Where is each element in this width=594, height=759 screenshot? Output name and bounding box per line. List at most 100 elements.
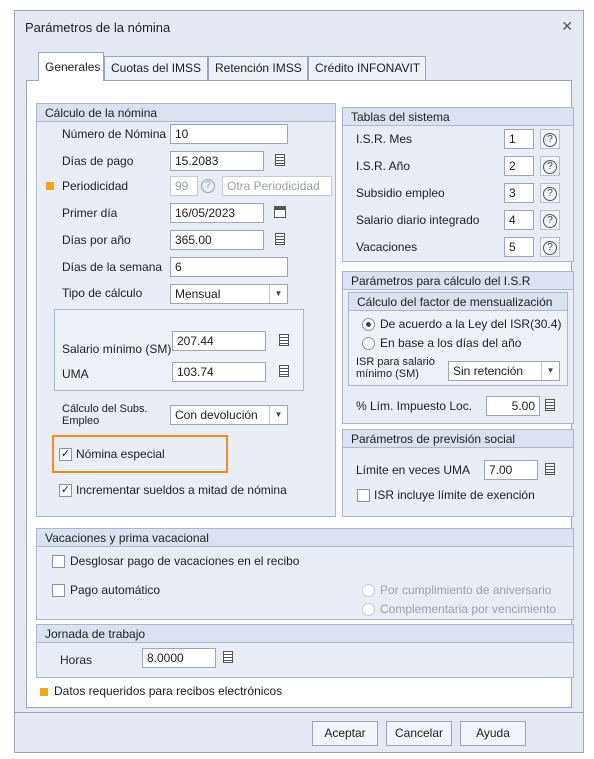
calculator-icon[interactable] — [274, 362, 294, 382]
uma-input[interactable]: 103.74 — [172, 362, 266, 382]
limite-uma-label: Límite en veces UMA — [356, 463, 471, 477]
isr-incluye-label: ISR incluye límite de exención — [374, 488, 535, 502]
calculator-icon[interactable] — [540, 396, 560, 416]
chevron-down-icon: ▼ — [269, 406, 287, 424]
isr-sm-value: Sin retención — [453, 364, 524, 378]
calculator-icon[interactable] — [540, 460, 560, 480]
isr-mes-label: I.S.R. Mes — [356, 132, 413, 146]
lim-impuesto-label: % Lím. Impuesto Loc. — [356, 399, 473, 413]
subsidio-empleo-input[interactable]: 3 — [504, 183, 534, 203]
incrementar-checkbox[interactable]: ✓ — [59, 484, 72, 497]
footer-divider — [14, 712, 584, 713]
factor-header: Cálculo del factor de mensualización — [349, 293, 567, 311]
incrementar-label: Incrementar sueldos a mitad de nómina — [76, 483, 287, 497]
nomina-especial-checkbox[interactable]: ✓ — [59, 448, 72, 461]
salario-minimo-label: Salario mínimo (SM) — [62, 342, 172, 356]
radio-dias-anio[interactable] — [362, 337, 375, 350]
dias-anio-label: Días por año — [62, 233, 131, 247]
subs-empleo-label-2: Empleo — [62, 415, 100, 427]
calendar-icon[interactable] — [270, 203, 290, 223]
numero-nomina-input[interactable]: 10 — [170, 124, 288, 144]
title-bar: Parámetros de la nómina ✕ — [15, 11, 583, 43]
dias-semana-label: Días de la semana — [62, 260, 163, 274]
tab-cuotas-imss[interactable]: Cuotas del IMSS — [104, 56, 208, 80]
required-marker-icon — [40, 688, 48, 696]
radio-vencimiento-label: Complementaria por vencimiento — [380, 602, 557, 616]
chevron-down-icon: ▼ — [541, 362, 559, 380]
dias-semana-input[interactable]: 6 — [170, 257, 288, 277]
horas-input[interactable]: 8.0000 — [142, 648, 216, 668]
salario-minimo-input[interactable]: 207.44 — [172, 331, 266, 351]
isr-header: Parámetros para cálculo del I.S.R — [343, 272, 573, 290]
subs-empleo-value: Con devolución — [175, 408, 258, 422]
cancelar-button[interactable]: Cancelar — [386, 721, 452, 746]
sdi-input[interactable]: 4 — [504, 210, 534, 230]
primer-dia-label: Primer día — [62, 206, 118, 220]
nomina-especial-label: Nómina especial — [76, 447, 165, 461]
sdi-label: Salario diario integrado — [356, 213, 480, 227]
help-icon[interactable]: ? — [198, 176, 218, 196]
otra-periodicidad-input[interactable]: Otra Periodicidad — [222, 176, 332, 196]
isr-sm-label-1: ISR para salario — [356, 356, 435, 368]
periodicidad-input[interactable]: 99 — [170, 176, 198, 196]
primer-dia-input[interactable]: 16/05/2023 — [170, 203, 264, 223]
lim-impuesto-input[interactable]: 5.00 — [486, 396, 540, 416]
desglosar-checkbox[interactable] — [52, 555, 65, 568]
tipo-calculo-select[interactable]: Mensual ▼ — [170, 284, 288, 304]
subs-empleo-select[interactable]: Con devolución ▼ — [170, 405, 288, 425]
help-icon[interactable]: ? — [540, 210, 560, 230]
periodicidad-label: Periodicidad — [62, 179, 129, 193]
calculo-header: Cálculo de la nómina — [37, 104, 335, 122]
vacaciones-header: Vacaciones y prima vacacional — [37, 529, 573, 547]
dias-pago-input[interactable]: 15.2083 — [170, 151, 264, 171]
jornada-group: Jornada de trabajo — [36, 624, 574, 678]
window-title: Parámetros de la nómina — [25, 20, 171, 35]
calculator-icon[interactable] — [270, 230, 290, 250]
required-marker-icon — [46, 182, 54, 190]
pago-automatico-checkbox[interactable] — [52, 584, 65, 597]
isr-incluye-checkbox[interactable] — [357, 489, 370, 502]
vacaciones-tabla-label: Vacaciones — [356, 240, 418, 254]
dias-pago-label: Días de pago — [62, 154, 134, 168]
pago-automatico-label: Pago automático — [70, 583, 161, 597]
uma-label: UMA — [62, 367, 89, 381]
limite-uma-input[interactable]: 7.00 — [484, 460, 538, 480]
horas-label: Horas — [60, 653, 93, 667]
jornada-header: Jornada de trabajo — [37, 625, 573, 643]
tab-generales[interactable]: Generales — [38, 52, 104, 81]
isr-anio-label: I.S.R. Año — [356, 159, 411, 173]
isr-anio-input[interactable]: 2 — [504, 156, 534, 176]
close-icon[interactable]: ✕ — [561, 18, 573, 35]
help-icon[interactable]: ? — [540, 156, 560, 176]
tab-retencion-imss[interactable]: Retención IMSS — [208, 56, 308, 80]
tipo-calculo-label: Tipo de cálculo — [62, 286, 143, 300]
dias-anio-input[interactable]: 365.00 — [170, 230, 264, 250]
help-icon[interactable]: ? — [540, 129, 560, 149]
vacaciones-tabla-input[interactable]: 5 — [504, 237, 534, 257]
calculator-icon[interactable] — [218, 648, 238, 668]
aceptar-button[interactable]: Aceptar — [312, 721, 378, 746]
isr-sm-label-2: mínimo (SM) — [356, 368, 419, 380]
ayuda-button[interactable]: Ayuda — [460, 721, 526, 746]
legend-text: Datos requeridos para recibos electrónic… — [54, 684, 283, 698]
radio-dias-anio-label: En base a los días del año — [380, 336, 522, 350]
desglosar-label: Desglosar pago de vacaciones en el recib… — [70, 554, 300, 568]
radio-ley-isr[interactable] — [362, 318, 375, 331]
tipo-calculo-value: Mensual — [175, 287, 221, 301]
subsidio-empleo-label: Subsidio empleo — [356, 186, 445, 200]
tab-credito-infonavit[interactable]: Crédito INFONAVIT — [308, 56, 426, 80]
isr-mes-input[interactable]: 1 — [504, 129, 534, 149]
isr-sm-select[interactable]: Sin retención ▼ — [448, 361, 560, 381]
help-icon[interactable]: ? — [540, 237, 560, 257]
calculator-icon[interactable] — [274, 331, 294, 351]
numero-nomina-label: Número de Nómina — [62, 127, 167, 141]
chevron-down-icon: ▼ — [269, 285, 287, 303]
radio-vencimiento[interactable] — [362, 603, 375, 616]
help-icon[interactable]: ? — [540, 183, 560, 203]
radio-ley-isr-label: De acuerdo a la Ley del ISR(30.4) — [380, 317, 562, 331]
prevision-header: Parámetros de previsión social — [343, 430, 573, 448]
tablas-header: Tablas del sistema — [343, 108, 573, 126]
radio-aniversario[interactable] — [362, 584, 375, 597]
radio-aniversario-label: Por cumplimiento de aniversario — [380, 583, 552, 597]
calculator-icon[interactable] — [270, 151, 290, 171]
